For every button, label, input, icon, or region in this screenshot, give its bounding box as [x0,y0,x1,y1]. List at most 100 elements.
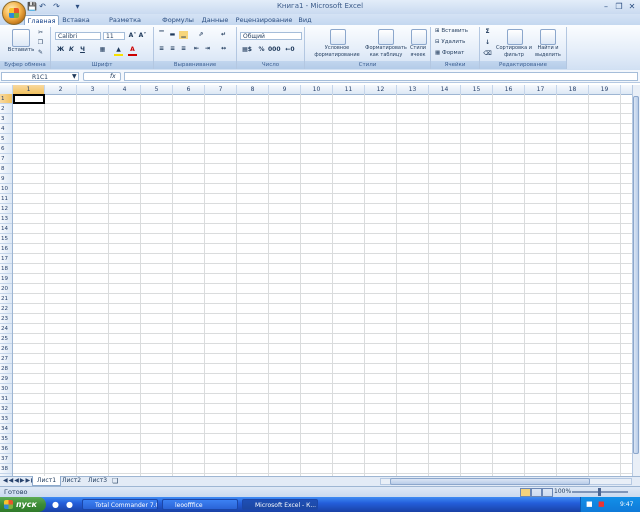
row-header[interactable]: 27 [0,354,12,364]
column-header[interactable]: 13 [397,85,429,94]
row-header[interactable]: 20 [0,284,12,294]
row-header[interactable]: 36 [0,444,12,454]
insert-cells-button[interactable]: ⊞ Вставить [435,28,477,35]
row-header[interactable]: 10 [0,184,12,194]
underline-icon[interactable]: Ч [78,46,87,54]
font-name-combo[interactable]: Calibri [55,32,101,40]
column-header[interactable]: 18 [557,85,589,94]
italic-icon[interactable]: К [67,46,76,54]
new-sheet-icon[interactable]: ❏ [112,477,118,485]
tab-formulas[interactable]: Формулы [160,15,196,25]
row-header[interactable]: 29 [0,374,12,384]
format-as-table-button[interactable]: Форматировать как таблицу [364,45,408,59]
decimal-icon[interactable]: ←0 [282,46,298,54]
row-header[interactable]: 28 [0,364,12,374]
taskbar-item-total-commander[interactable]: Total Commander 7.0... [82,499,158,510]
align-middle-icon[interactable]: ▬ [168,31,177,39]
row-header[interactable]: 30 [0,384,12,394]
sort-filter-button[interactable]: Сортировка и фильтр [496,45,532,59]
taskbar-item-excel[interactable]: Microsoft Excel - К... [242,499,318,510]
format-as-table-icon[interactable] [378,29,394,45]
sheet-tab-2[interactable]: Лист2 [58,476,85,485]
copy-icon[interactable]: ❐ [36,39,45,47]
increase-indent-icon[interactable]: ⇥ [203,45,212,53]
row-header[interactable]: 34 [0,424,12,434]
column-header[interactable]: 11 [333,85,365,94]
row-header[interactable]: 2 [0,104,12,114]
row-header[interactable]: 18 [0,264,12,274]
horizontal-scroll-thumb[interactable] [390,478,590,485]
name-box[interactable]: R1C1 [1,72,79,81]
column-header[interactable]: 15 [461,85,493,94]
row-header[interactable]: 31 [0,394,12,404]
align-left-icon[interactable]: ≡ [157,45,166,53]
row-header[interactable]: 4 [0,124,12,134]
column-header[interactable]: 16 [493,85,525,94]
currency-icon[interactable]: ▦$ [240,46,254,54]
shrink-font-icon[interactable]: A˅ [138,32,147,40]
row-header[interactable]: 37 [0,454,12,464]
name-box-dropdown-icon[interactable]: ▼ [72,73,77,80]
row-header[interactable]: 5 [0,134,12,144]
row-header[interactable]: 6 [0,144,12,154]
row-header[interactable]: 16 [0,244,12,254]
row-header[interactable]: 35 [0,434,12,444]
column-header[interactable]: 8 [237,85,269,94]
format-cells-button[interactable]: ▦ Формат [435,50,477,57]
orientation-icon[interactable]: ⇗ [194,31,208,39]
cut-icon[interactable]: ✂ [36,29,45,37]
quick-launch-icon[interactable]: ● [52,500,59,509]
quick-launch-icon-2[interactable]: ● [66,500,73,509]
grow-font-icon[interactable]: A˄ [128,32,137,40]
percent-icon[interactable]: % [257,46,266,54]
tab-review[interactable]: Рецензирование [234,15,294,25]
taskbar-item-leoofffice[interactable]: leoofffice [162,499,238,510]
paste-button[interactable]: Вставить [6,47,36,54]
sort-filter-icon[interactable] [507,29,523,45]
paste-icon[interactable] [12,29,30,47]
row-header[interactable]: 19 [0,274,12,284]
sheet-tab-1[interactable]: Лист1 [32,476,62,486]
column-header[interactable]: 9 [269,85,301,94]
column-header[interactable]: 7 [205,85,237,94]
align-right-icon[interactable]: ≡ [179,45,188,53]
row-header[interactable]: 17 [0,254,12,264]
find-select-icon[interactable] [540,29,556,45]
tray-alert-icon[interactable]: ■ [598,500,605,508]
format-painter-icon[interactable]: ✎ [36,49,45,57]
row-header[interactable]: 1 [0,94,12,104]
decrease-indent-icon[interactable]: ⇤ [192,45,201,53]
align-center-icon[interactable]: ≡ [168,45,177,53]
normal-view-icon[interactable] [520,488,531,497]
formula-input[interactable] [124,72,638,81]
insert-function-button[interactable]: fx [83,72,121,81]
number-format-combo[interactable]: Общий [240,32,302,40]
column-header[interactable]: 17 [525,85,557,94]
align-bottom-icon[interactable]: ▁ [179,31,188,39]
row-header[interactable]: 7 [0,154,12,164]
row-header[interactable]: 23 [0,314,12,324]
font-color-icon[interactable]: A [128,46,137,56]
row-header[interactable]: 8 [0,164,12,174]
row-header[interactable]: 13 [0,214,12,224]
fill-color-icon[interactable]: ▲ [114,46,123,56]
bold-icon[interactable]: Ж [56,46,65,54]
column-header[interactable]: 5 [141,85,173,94]
column-header[interactable]: 19 [589,85,621,94]
cell-styles-icon[interactable] [411,29,427,45]
tab-insert[interactable]: Вставка [60,15,92,25]
row-header[interactable]: 26 [0,344,12,354]
tray-icon[interactable]: ■ [586,500,593,508]
tab-page-layout[interactable]: Разметка страницы [94,15,156,34]
column-header[interactable]: 1 [13,85,45,94]
row-header[interactable]: 38 [0,464,12,474]
font-size-combo[interactable]: 11 [103,32,125,40]
row-header[interactable]: 24 [0,324,12,334]
row-header[interactable]: 3 [0,114,12,124]
delete-cells-button[interactable]: ⊟ Удалить [435,39,477,46]
row-header[interactable]: 22 [0,304,12,314]
page-layout-view-icon[interactable] [531,488,542,497]
merge-center-icon[interactable]: ↔ [219,45,228,53]
tab-view[interactable]: Вид [296,15,314,25]
cell-grid[interactable] [13,94,632,476]
